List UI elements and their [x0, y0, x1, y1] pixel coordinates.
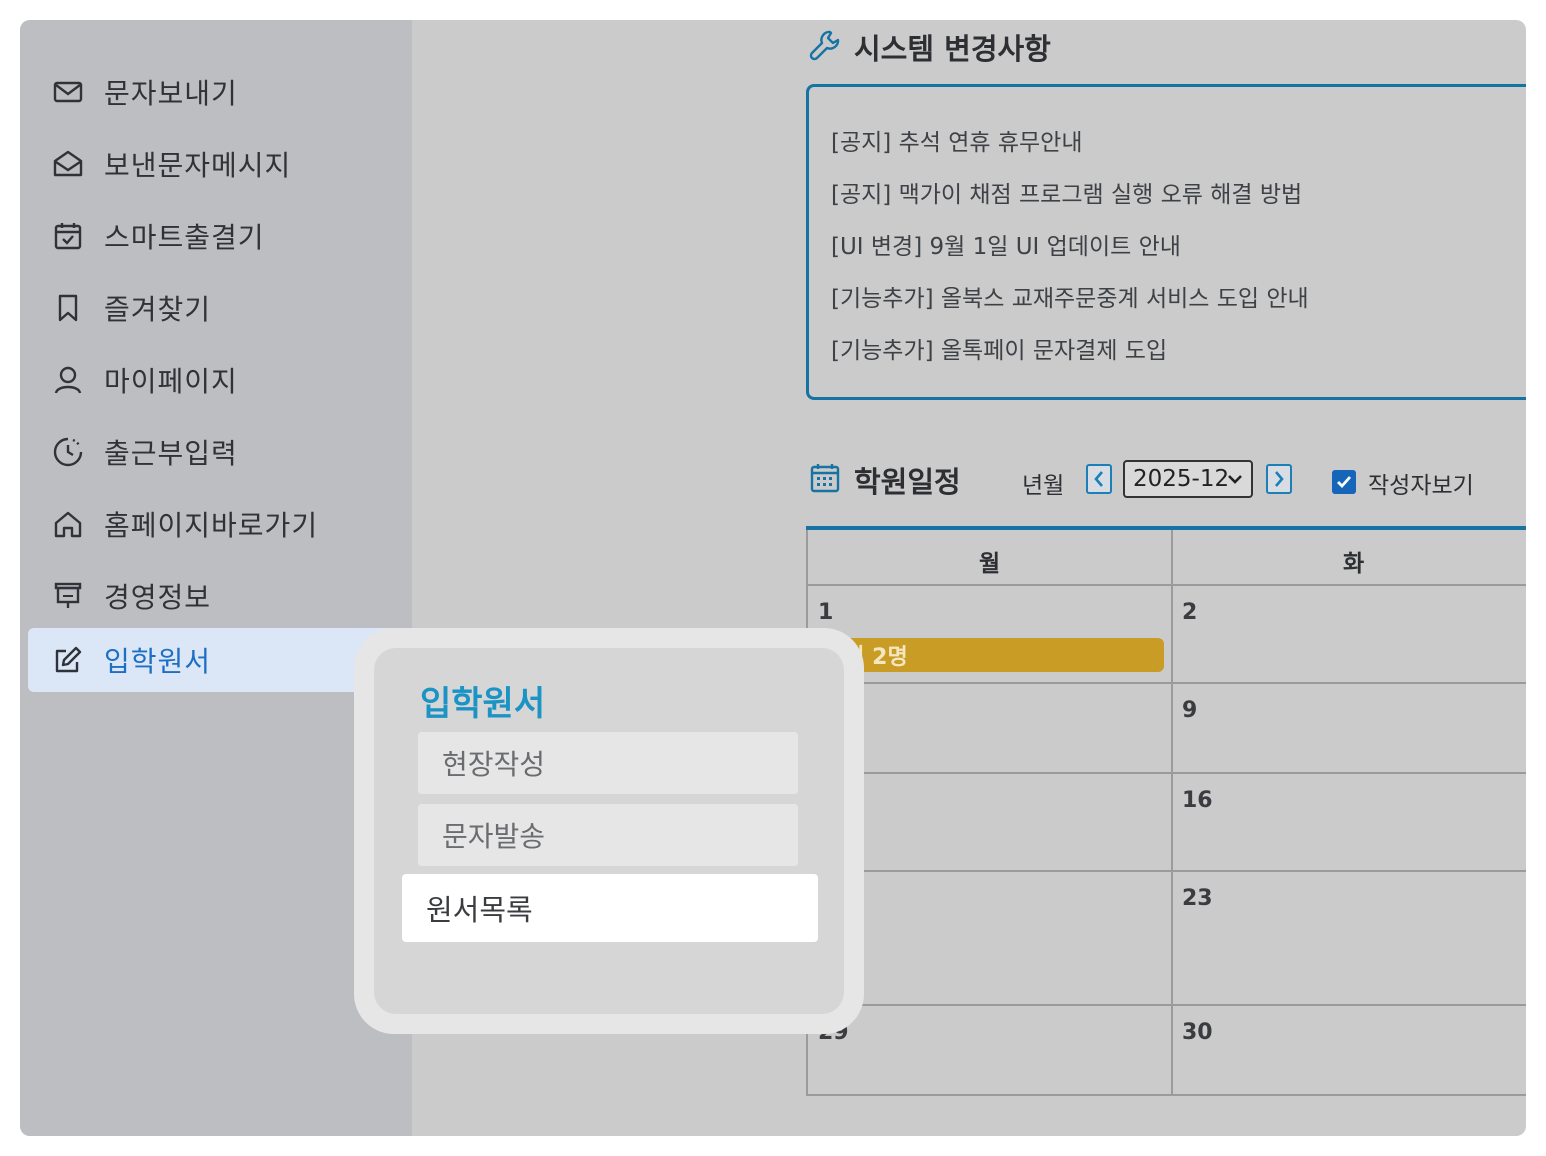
grid-line	[806, 870, 1526, 872]
sidebar-item-sent-messages[interactable]: 보낸문자메시지	[28, 132, 398, 196]
submenu-item-send-sms[interactable]: 문자발송	[418, 804, 798, 866]
year-month-label: 년월	[1022, 473, 1065, 499]
calendar-day[interactable]: 30	[1182, 1020, 1213, 1045]
grid-line	[806, 772, 1526, 774]
sidebar-item-mypage[interactable]: 마이페이지	[28, 348, 398, 412]
sidebar-item-management-info[interactable]: 경영정보	[28, 564, 398, 628]
chevron-down-icon	[1228, 475, 1242, 484]
sidebar-item-admission[interactable]: 입학원서	[28, 628, 398, 692]
schedule-header: 학원일정	[808, 458, 961, 502]
prev-month-button[interactable]	[1086, 464, 1112, 494]
check-icon	[1337, 476, 1352, 489]
calendar-icon	[808, 461, 842, 499]
user-icon	[52, 364, 84, 396]
calendar-day[interactable]: 16	[1182, 788, 1213, 813]
calendar-check-icon	[52, 220, 84, 252]
submenu-item-onsite[interactable]: 현장작성	[418, 732, 798, 794]
submenu-item-application-list[interactable]: 원서목록	[402, 874, 818, 942]
edit-icon	[52, 644, 84, 676]
clock-icon	[52, 436, 84, 468]
notice-box: [공지] 추석 연휴 휴무안내 [공지] 맥가이 채점 프로그램 실행 오류 해…	[806, 84, 1526, 400]
notice-item[interactable]: [공지] 추석 연휴 휴무안내	[831, 123, 1082, 157]
calendar-grid: 월 화 1 2 8 9 15 16 22 23 29 30	[806, 530, 1526, 1096]
sidebar-item-smart-attendance[interactable]: 스마트출결기	[28, 204, 398, 268]
notice-item[interactable]: [기능추가] 올북스 교재주문중계 서비스 도입 안내	[831, 279, 1309, 313]
notice-item[interactable]: [공지] 맥가이 채점 프로그램 실행 오류 해결 방법	[831, 175, 1302, 209]
sidebar-item-label: 입학원서	[104, 645, 212, 678]
mail-open-icon	[52, 148, 84, 180]
calendar-day[interactable]: 2	[1182, 600, 1197, 625]
sidebar-item-label: 출근부입력	[104, 437, 238, 470]
show-author-label[interactable]: 작성자보기	[1368, 466, 1474, 500]
system-changes-title: 시스템 변경사항	[854, 32, 1051, 66]
sidebar-item-label: 경영정보	[104, 581, 212, 614]
sidebar-item-favorites[interactable]: 즐겨찾기	[28, 276, 398, 340]
system-changes-header: 시스템 변경사항	[808, 26, 1051, 68]
schedule-title: 학원일정	[854, 465, 961, 499]
calendar-day[interactable]: 9	[1182, 698, 1197, 723]
sidebar-item-attendance-input[interactable]: 출근부입력	[28, 420, 398, 484]
home-icon	[52, 508, 84, 540]
sidebar-item-label: 문자보내기	[104, 77, 238, 110]
bookmark-icon	[52, 292, 84, 324]
calendar-day[interactable]: 1	[818, 600, 833, 625]
next-month-button[interactable]	[1266, 464, 1292, 494]
wrench-icon	[808, 28, 842, 66]
grid-line	[806, 584, 1526, 586]
sidebar-item-label: 즐겨찾기	[104, 293, 212, 326]
sidebar-item-label: 홈페이지바로가기	[104, 509, 319, 542]
grid-line	[806, 1004, 1526, 1006]
notice-item[interactable]: [기능추가] 올톡페이 문자결제 도입	[831, 331, 1167, 365]
presentation-icon	[52, 580, 84, 612]
notice-item[interactable]: [UI 변경] 9월 1일 UI 업데이트 안내	[831, 227, 1181, 261]
grid-line	[806, 682, 1526, 684]
sidebar-item-homepage[interactable]: 홈페이지바로가기	[28, 492, 398, 556]
show-author-checkbox[interactable]	[1332, 470, 1356, 494]
sidebar-item-send-message[interactable]: 문자보내기	[28, 60, 398, 124]
calendar-day[interactable]: 23	[1182, 886, 1213, 911]
year-month-value: 2025-12	[1133, 466, 1230, 492]
sidebar-item-label: 보낸문자메시지	[104, 149, 292, 182]
weekday-header: 월	[979, 551, 1001, 577]
app-frame: 문자보내기 보낸문자메시지 스마트출결기 즐겨찾기 마이페이지 출근부입력 홈페…	[20, 20, 1526, 1136]
chevron-left-icon	[1094, 471, 1103, 487]
submenu-title: 입학원서	[420, 684, 546, 724]
mail-icon	[52, 76, 84, 108]
sidebar-item-label: 스마트출결기	[104, 221, 265, 254]
grid-line	[1171, 530, 1173, 1096]
weekday-header: 화	[1343, 551, 1365, 577]
chevron-right-icon	[1275, 471, 1284, 487]
year-month-select[interactable]: 2025-12	[1123, 460, 1253, 498]
grid-line	[806, 1094, 1526, 1096]
sidebar-item-label: 마이페이지	[104, 365, 238, 398]
